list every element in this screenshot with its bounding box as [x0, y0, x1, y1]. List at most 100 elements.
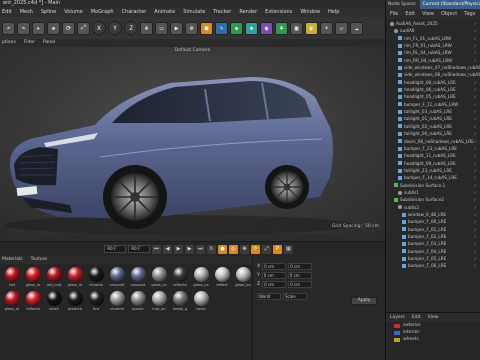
object-tree-item[interactable]: taillight_01_rubAS_LRE ✓: [386, 115, 480, 122]
apply-button[interactable]: Apply: [351, 297, 377, 305]
coord-z-size[interactable]: 0 cm: [288, 281, 313, 288]
menu-simulate[interactable]: Simulate: [183, 7, 205, 17]
material-swatch[interactable]: metal_g: [170, 291, 190, 314]
goto-start-icon[interactable]: ⏮: [152, 244, 161, 254]
visibility-check-icon[interactable]: ✓: [474, 211, 477, 218]
material-swatch[interactable]: mat_an: [149, 291, 169, 314]
object-tree-item[interactable]: headlight_11_rubAS_LRE ✓: [386, 152, 480, 159]
visibility-check-icon[interactable]: ✓: [474, 174, 477, 181]
menu-extensions[interactable]: Extensions: [265, 7, 292, 17]
select-icon[interactable]: ▸: [32, 21, 45, 35]
visibility-check-icon[interactable]: ✓: [474, 262, 477, 269]
object-tree-item[interactable]: Subdivision Surface2 ✓: [386, 196, 480, 203]
render-settings-icon[interactable]: ⚙: [185, 21, 198, 35]
material-swatch[interactable]: reflect: [212, 267, 232, 290]
object-tree-item[interactable]: bumper_F_01_LRE ✓: [386, 226, 480, 233]
material-swatch[interactable]: reflecto: [170, 267, 190, 290]
material-swatch[interactable]: tire: [86, 291, 106, 314]
visibility-check-icon[interactable]: ✓: [474, 233, 477, 240]
material-menu-materials[interactable]: Materials: [2, 256, 23, 264]
visibility-check-icon[interactable]: ✓: [474, 57, 477, 64]
deformer-icon[interactable]: ◉: [260, 21, 273, 35]
key-pla-icon[interactable]: ▦: [284, 244, 293, 254]
object-tree-item[interactable]: audiA6 ✓: [386, 27, 480, 34]
visibility-check-icon[interactable]: ✓: [474, 160, 477, 167]
layer-row[interactable]: interior: [386, 329, 480, 336]
object-tree-item[interactable]: bumper_F_03_LRE ✓: [386, 240, 480, 247]
visibility-check-icon[interactable]: ✓: [474, 123, 477, 130]
object-tree-item[interactable]: taillight_23_rubAS_LRE ✓: [386, 167, 480, 174]
visibility-check-icon[interactable]: ✓: [474, 145, 477, 152]
object-tree-item[interactable]: bumper_F_06_LRE ✓: [386, 262, 480, 269]
scale-icon[interactable]: ⤢: [77, 21, 90, 35]
object-tree-item[interactable]: bumper_F_05_LRE ✓: [386, 255, 480, 262]
object-tree-item[interactable]: sub0s1 ✓: [386, 189, 480, 196]
visibility-check-icon[interactable]: ✓: [474, 189, 477, 196]
object-tree-item[interactable]: headlight_05_rubAS_LRE ✓: [386, 93, 480, 100]
material-swatch[interactable]: glass_re: [2, 291, 22, 314]
menu-tracker[interactable]: Tracker: [213, 7, 231, 17]
menu-window[interactable]: Window: [300, 7, 320, 17]
object-menu-file[interactable]: File: [390, 9, 398, 19]
material-swatch[interactable]: chrome: [107, 291, 127, 314]
visibility-check-icon[interactable]: ✓: [474, 167, 477, 174]
visibility-check-icon[interactable]: ✓: [474, 196, 477, 203]
object-menu-view[interactable]: View: [422, 9, 434, 19]
material-swatch[interactable]: chrome: [86, 267, 106, 290]
goto-end-icon[interactable]: ⏭: [196, 244, 205, 254]
key-position-icon[interactable]: ✥: [240, 244, 249, 254]
object-tree-item[interactable]: rim_FL_01_rubAS_LRW ✓: [386, 35, 480, 42]
menu-animate[interactable]: Animate: [154, 7, 175, 17]
layer-color-swatch[interactable]: [394, 337, 400, 342]
coord-y-pos[interactable]: 0 cm: [261, 272, 286, 279]
layer-color-swatch[interactable]: [394, 323, 400, 328]
floor-icon[interactable]: ▱: [335, 21, 348, 35]
light-icon[interactable]: ☀: [320, 21, 333, 35]
material-swatch[interactable]: gloss_re: [23, 267, 43, 290]
loop-icon[interactable]: ↻: [207, 244, 216, 254]
layer-color-swatch[interactable]: [394, 330, 400, 335]
scene-icon[interactable]: ▦: [290, 21, 303, 35]
coord-x-size[interactable]: 0 cm: [288, 263, 313, 270]
render-region-icon[interactable]: ▭: [155, 21, 168, 35]
object-tree-item[interactable]: taillight_03_rubAS_LRE ✓: [386, 108, 480, 115]
visibility-check-icon[interactable]: ✓: [474, 20, 477, 27]
visibility-check-icon[interactable]: ✓: [474, 152, 477, 159]
layer-row[interactable]: wheels: [386, 336, 480, 343]
object-tree-item[interactable]: bumper_F_00_LRE ✓: [386, 218, 480, 225]
subdivision-icon[interactable]: ◆: [230, 21, 243, 35]
material-swatch[interactable]: glass_bu: [233, 267, 253, 290]
timeline-ruler[interactable]: [0, 234, 385, 242]
coord-y-size[interactable]: 0 cm: [287, 272, 312, 279]
object-menu-edit[interactable]: Edit: [405, 9, 415, 19]
object-tree-item[interactable]: headlight_09_rubAS_LRE ✓: [386, 160, 480, 167]
menu-mesh[interactable]: Mesh: [20, 7, 33, 17]
object-tree-item[interactable]: taillight_02_rubAS_LRE ✓: [386, 123, 480, 130]
camera-icon[interactable]: ◐: [305, 21, 318, 35]
visibility-check-icon[interactable]: ✓: [474, 248, 477, 255]
material-swatch[interactable]: carpaint: [107, 267, 127, 290]
visibility-check-icon[interactable]: ✓: [474, 101, 477, 108]
layer-menu-view[interactable]: View: [428, 313, 439, 322]
coord-mode-select[interactable]: World: [257, 293, 281, 300]
cloner-icon[interactable]: ✱: [245, 21, 258, 35]
move-icon[interactable]: ✥: [47, 21, 60, 35]
visibility-check-icon[interactable]: ✓: [474, 27, 477, 34]
record-icon[interactable]: ●: [218, 244, 227, 254]
object-menu-object[interactable]: Object: [441, 9, 457, 19]
field-icon[interactable]: ♣: [275, 21, 288, 35]
viewport-menu-options[interactable]: ptions: [2, 39, 16, 47]
visibility-check-icon[interactable]: ✓: [474, 255, 477, 262]
autokey-icon[interactable]: ◎: [229, 244, 238, 254]
object-tree-item[interactable]: window_0_48_LRE ✓: [386, 211, 480, 218]
render-view-icon[interactable]: ▶: [170, 21, 183, 35]
visibility-check-icon[interactable]: ✓: [474, 108, 477, 115]
object-tree-item[interactable]: rim_FR_01_rubAS_LRW ✓: [386, 42, 480, 49]
object-tree-item[interactable]: headlight_06_rubAS_LRE ✓: [386, 86, 480, 93]
material-menu-texture[interactable]: Texture: [31, 256, 47, 264]
play-icon[interactable]: ▶: [174, 244, 183, 254]
visibility-check-icon[interactable]: ✓: [474, 182, 477, 189]
visibility-check-icon[interactable]: ✓: [474, 218, 477, 225]
key-scale-icon[interactable]: ⤢: [262, 244, 271, 254]
object-tree-item[interactable]: taillight_00_rubAS_LRE ✓: [386, 130, 480, 137]
